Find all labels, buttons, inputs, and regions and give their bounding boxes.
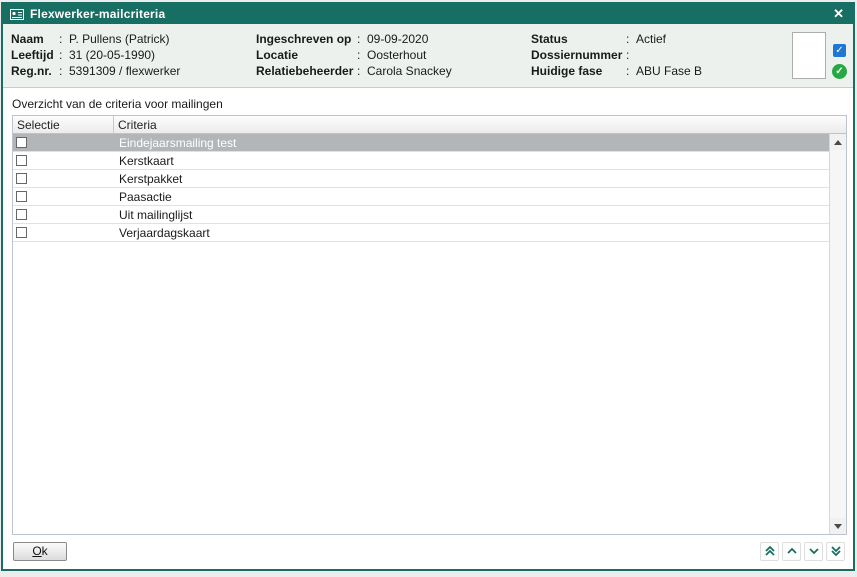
info-column-3: Status : Actief Dossiernummer : Huidige … xyxy=(531,31,702,79)
titlebar[interactable]: Flexwerker-mailcriteria ✕ xyxy=(3,4,853,24)
field-label-huidige-fase: Huidige fase xyxy=(531,63,626,79)
table-row[interactable]: Uit mailinglijst xyxy=(13,206,829,224)
double-chevron-up-icon xyxy=(764,545,776,557)
row-checkbox[interactable] xyxy=(16,155,27,166)
table-body: Eindejaarsmailing test Kerstkaart Kerstp… xyxy=(13,134,829,534)
window-title: Flexwerker-mailcriteria xyxy=(30,7,825,21)
field-label-dossiernummer: Dossiernummer xyxy=(531,47,626,63)
header-flags: ✓ ✓ xyxy=(832,44,847,79)
dialog-flexwerker-mailcriteria: Flexwerker-mailcriteria ✕ Naam : P. Pull… xyxy=(1,2,855,571)
ok-button[interactable]: Ok xyxy=(13,542,67,561)
selectie-cell xyxy=(13,209,114,220)
field-value-status: Actief xyxy=(636,31,666,47)
footer-bar: Ok xyxy=(3,535,853,569)
row-checkbox[interactable] xyxy=(16,209,27,220)
criteria-cell: Verjaardagskaart xyxy=(114,226,829,240)
criteria-cell: Kerstkaart xyxy=(114,154,829,168)
chevron-up-icon xyxy=(786,545,798,557)
criteria-cell: Uit mailinglijst xyxy=(114,208,829,222)
contact-card-icon xyxy=(10,9,24,20)
field-label-regnr: Reg.nr. xyxy=(11,63,59,79)
selectie-cell xyxy=(13,227,114,238)
selectie-cell xyxy=(13,173,114,184)
field-label-relatiebeheerder: Relatiebeheerder xyxy=(256,63,357,79)
nav-last-button[interactable] xyxy=(826,542,845,561)
criteria-cell: Paasactie xyxy=(114,190,829,204)
record-nav xyxy=(760,542,845,561)
chevron-down-icon xyxy=(808,545,820,557)
field-value-naam: P. Pullens (Patrick) xyxy=(69,31,169,47)
criteria-cell: Kerstpakket xyxy=(114,172,829,186)
row-checkbox[interactable] xyxy=(16,191,27,202)
criteria-cell: Eindejaarsmailing test xyxy=(114,136,829,150)
table-row[interactable]: Kerstpakket xyxy=(13,170,829,188)
triangle-up-icon xyxy=(834,140,842,145)
column-header-criteria[interactable]: Criteria xyxy=(114,116,846,133)
nav-first-button[interactable] xyxy=(760,542,779,561)
table-row[interactable]: Verjaardagskaart xyxy=(13,224,829,242)
table-row[interactable]: Kerstkaart xyxy=(13,152,829,170)
field-value-relatiebeheerder: Carola Snackey xyxy=(367,63,452,79)
criteria-table: Selectie Criteria Eindejaarsmailing test… xyxy=(12,115,847,535)
nav-prev-button[interactable] xyxy=(782,542,801,561)
main-content: Overzicht van de criteria voor mailingen… xyxy=(3,88,853,569)
scroll-down-button[interactable] xyxy=(830,518,846,534)
field-value-leeftijd: 31 (20-05-1990) xyxy=(69,47,155,63)
info-column-2: Ingeschreven op : 09-09-2020 Locatie : O… xyxy=(256,31,452,79)
vertical-scrollbar[interactable] xyxy=(829,134,846,534)
table-row[interactable]: Eindejaarsmailing test xyxy=(13,134,829,152)
person-info-panel: Naam : P. Pullens (Patrick) Leeftijd : 3… xyxy=(3,24,853,88)
row-checkbox[interactable] xyxy=(16,137,27,148)
row-checkbox[interactable] xyxy=(16,173,27,184)
nav-next-button[interactable] xyxy=(804,542,823,561)
column-header-selectie[interactable]: Selectie xyxy=(13,116,114,133)
row-checkbox[interactable] xyxy=(16,227,27,238)
field-value-regnr: 5391309 / flexwerker xyxy=(69,63,180,79)
scrollbar-track[interactable] xyxy=(830,150,846,518)
table-header-row: Selectie Criteria xyxy=(13,116,846,134)
triangle-down-icon xyxy=(834,524,842,529)
field-value-huidige-fase: ABU Fase B xyxy=(636,63,702,79)
status-ok-icon: ✓ xyxy=(832,64,847,79)
field-label-locatie: Locatie xyxy=(256,47,357,63)
field-label-ingeschreven: Ingeschreven op xyxy=(256,31,357,47)
field-label-naam: Naam xyxy=(11,31,59,47)
scroll-up-button[interactable] xyxy=(830,134,846,150)
selectie-cell xyxy=(13,137,114,148)
section-label: Overzicht van de criteria voor mailingen xyxy=(12,97,853,111)
close-icon[interactable]: ✕ xyxy=(831,6,846,22)
selectie-cell xyxy=(13,155,114,166)
double-chevron-down-icon xyxy=(830,545,842,557)
header-checkbox[interactable]: ✓ xyxy=(833,44,846,57)
table-row[interactable]: Paasactie xyxy=(13,188,829,206)
field-label-status: Status xyxy=(531,31,626,47)
field-value-ingeschreven: 09-09-2020 xyxy=(367,31,428,47)
field-value-locatie: Oosterhout xyxy=(367,47,426,63)
field-label-leeftijd: Leeftijd xyxy=(11,47,59,63)
selectie-cell xyxy=(13,191,114,202)
photo-placeholder xyxy=(792,32,826,79)
info-column-1: Naam : P. Pullens (Patrick) Leeftijd : 3… xyxy=(11,31,180,79)
